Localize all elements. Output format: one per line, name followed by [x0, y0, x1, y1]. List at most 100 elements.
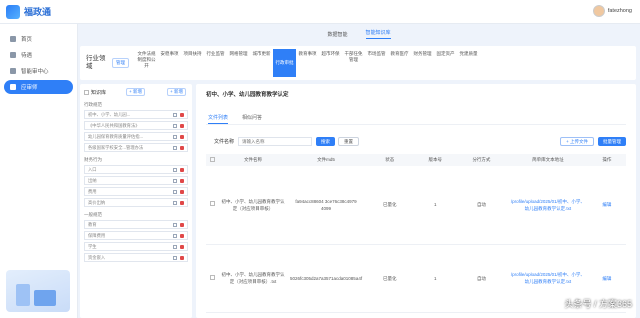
delete-icon[interactable] [180, 222, 184, 227]
tree-node[interactable]: 《中华人民共和国教育法》 [84, 121, 188, 130]
tree-node[interactable]: 幼儿园保育教育质量评估指... [84, 132, 188, 141]
category-item[interactable]: 安稳事项 [158, 49, 181, 77]
sidebar: 首页 待遇 智能审中心 应审师 [0, 24, 78, 318]
tree-node[interactable]: 学生 [84, 242, 188, 251]
batch-manage-button[interactable]: 批量管理 [598, 137, 626, 146]
col-name: 文件名称 [218, 154, 288, 166]
delete-icon[interactable] [180, 178, 184, 183]
app-logo[interactable]: 福政通 [0, 4, 80, 19]
add-button-2[interactable]: + 新增 [167, 88, 186, 96]
delete-icon[interactable] [180, 112, 184, 117]
cell-status: 已量化 [364, 166, 416, 245]
edit-icon[interactable] [173, 255, 177, 260]
tab-bar: 文件列表 相似问答 [208, 114, 262, 124]
edit-icon[interactable] [173, 189, 177, 194]
select-all-checkbox[interactable] [209, 157, 215, 162]
edit-link[interactable]: 编辑 [587, 166, 626, 245]
manage-button[interactable]: 管理 [112, 58, 129, 68]
category-item[interactable]: 项目扶持 [181, 49, 204, 77]
edit-icon[interactable] [173, 134, 177, 139]
tree-node[interactable]: 资金嵌入 [84, 253, 188, 262]
add-button[interactable]: + 新增 [126, 88, 145, 96]
category-item[interactable]: 网格管理 [227, 49, 250, 77]
tree-node[interactable]: 入口 [84, 165, 188, 174]
page-title: 初中、小学、幼儿园教育教学认定 [206, 92, 289, 98]
tree-node[interactable]: 费用 [84, 187, 188, 196]
tree-node[interactable]: 保障费用 [84, 231, 188, 240]
tree-node[interactable]: 初中、小学、幼儿园... [84, 110, 188, 119]
edit-icon[interactable] [173, 167, 177, 172]
delete-icon[interactable] [180, 145, 184, 150]
edit-icon[interactable] [173, 123, 177, 128]
category-item[interactable]: 教育医疗 [388, 49, 411, 77]
category-item[interactable]: 行业监管 [204, 49, 227, 77]
cell-version: 1 [415, 166, 456, 245]
search-label: 文件名称 [214, 139, 235, 145]
category-item-active[interactable]: 行政审批 [273, 49, 296, 77]
delete-icon[interactable] [180, 244, 184, 249]
table-row: 初中、小学、幼儿园教育教学认定（对应项目审核）.txt 5026fc305d2a… [206, 244, 626, 313]
tab-divider [206, 124, 626, 125]
reset-button[interactable]: 重置 [338, 137, 360, 146]
table-header: 文件名称 文件md5 状态 版本号 分行方式 简单库文本地址 操作 [206, 154, 626, 166]
cell-method: 自动 [455, 244, 508, 313]
upload-button[interactable]: + 上传文件 [560, 137, 594, 146]
delete-icon[interactable] [180, 255, 184, 260]
edit-icon[interactable] [173, 178, 177, 183]
sidebar-item-reviewer[interactable]: 应审师 [4, 80, 73, 94]
sidebar-item-label: 待遇 [21, 53, 33, 59]
sidebar-item-treatment[interactable]: 待遇 [4, 48, 73, 62]
delete-icon[interactable] [180, 233, 184, 238]
tree-node[interactable]: 高价出纳 [84, 198, 188, 207]
category-item[interactable]: 教育事项 [296, 49, 319, 77]
category-item[interactable]: 市场监管 [365, 49, 388, 77]
category-item[interactable]: 固定资产 [434, 49, 457, 77]
edit-icon[interactable] [173, 222, 177, 227]
edit-icon[interactable] [173, 244, 177, 249]
tree-group-title: 一般规范 [84, 212, 102, 217]
delete-icon[interactable] [180, 189, 184, 194]
app-title: 福政通 [24, 7, 52, 17]
tree-checkbox[interactable] [84, 89, 89, 95]
tree-node[interactable]: 教育 [84, 220, 188, 229]
delete-icon[interactable] [180, 134, 184, 139]
sidebar-item-label: 首页 [21, 37, 33, 43]
watermark: 头条号 / 方案365 [564, 299, 632, 309]
delete-icon[interactable] [180, 200, 184, 205]
row-checkbox[interactable] [209, 274, 215, 280]
tab-similar-qa[interactable]: 相似问答 [242, 114, 262, 124]
subnav-data[interactable]: 数据智能 [327, 31, 347, 38]
category-item[interactable]: 超市环保 [319, 49, 342, 77]
tree-group-title: 财务行为 [84, 157, 102, 162]
search-button[interactable]: 搜索 [316, 137, 336, 146]
col-md5: 文件md5 [288, 154, 365, 166]
edit-icon[interactable] [173, 233, 177, 238]
search-input[interactable] [238, 137, 313, 146]
user-menu[interactable]: fatezhong [592, 5, 632, 17]
category-item[interactable]: 干部任免管理 [342, 49, 365, 77]
category-item[interactable]: 城市更新 [250, 49, 273, 77]
category-item[interactable]: 文件法规制度和公开 [135, 49, 158, 77]
delete-icon[interactable] [180, 167, 184, 172]
cell-md5: fa94acc88604 3ce76c38c4979 4099 [288, 166, 365, 245]
logo-icon [6, 4, 20, 19]
delete-icon[interactable] [180, 123, 184, 128]
category-item[interactable]: 党建质量 [457, 49, 480, 77]
sidebar-item-home[interactable]: 首页 [4, 32, 73, 46]
cell-md5: 5026fc305d2a7a3571acda01085a4f [288, 244, 365, 313]
tree-node[interactable]: 出纳 [84, 176, 188, 185]
category-item[interactable]: 财务管理 [411, 49, 434, 77]
main-panel: 初中、小学、幼儿园教育教学认定 文件列表 相似问答 文件名称 搜索 重置 + 上… [196, 84, 636, 318]
sidebar-item-review-center[interactable]: 智能审中心 [4, 64, 73, 78]
user-name: fatezhong [607, 8, 632, 14]
edit-icon[interactable] [173, 145, 177, 150]
tab-file-list[interactable]: 文件列表 [208, 114, 229, 124]
cell-status: 已量化 [364, 244, 416, 313]
edit-icon[interactable] [173, 112, 177, 117]
category-bar: 行业领域 管理 文件法规制度和公开 安稳事项 项目扶持 行业监管 网格管理 城市… [80, 46, 636, 80]
subnav-knowledge[interactable]: 智能知识库 [365, 29, 391, 39]
tree-node[interactable]: 各级国家学校安全...管理办法 [84, 143, 188, 152]
cell-url[interactable]: /profile/upload/2025/01/初中、小学、幼儿园教育教学认定.… [507, 166, 588, 245]
edit-icon[interactable] [173, 200, 177, 205]
row-checkbox[interactable] [209, 201, 215, 207]
